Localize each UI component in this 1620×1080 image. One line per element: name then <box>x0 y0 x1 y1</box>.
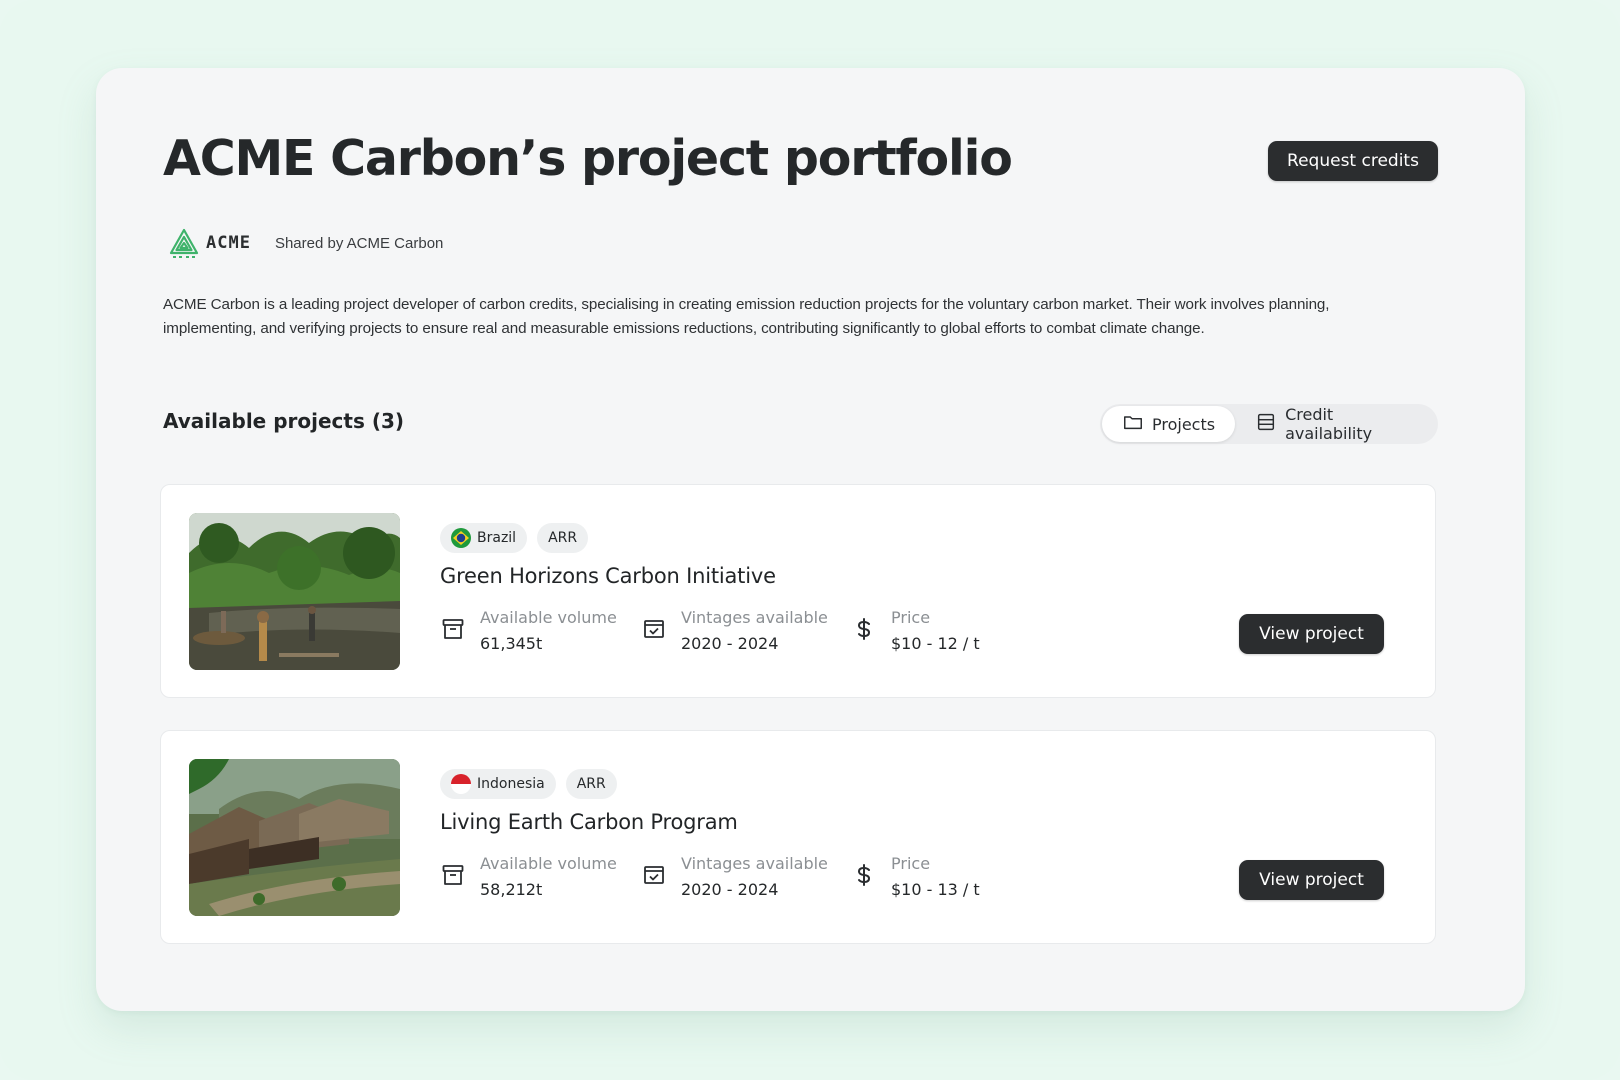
archive-box-icon <box>440 862 466 888</box>
table-icon <box>1255 411 1277 437</box>
tab-credit-availability[interactable]: Credit availability <box>1235 405 1436 443</box>
dollar-icon <box>851 862 877 888</box>
volume-stat: Available volume 58,212t <box>440 853 617 902</box>
project-tags: Indonesia ARR <box>440 769 617 799</box>
project-image <box>189 513 400 670</box>
tab-credit-availability-label: Credit availability <box>1285 405 1373 443</box>
country-tag: Brazil <box>440 523 528 553</box>
vintages-label: Vintages available <box>681 608 828 627</box>
type-tag: ARR <box>565 769 617 799</box>
volume-value: 58,212t <box>480 880 543 899</box>
view-toggle: Projects Credit availability <box>1100 404 1438 444</box>
request-credits-button[interactable]: Request credits <box>1268 141 1438 181</box>
page-title: ACME Carbon’s project portfolio <box>163 130 1013 187</box>
price-value: $10 - 13 / t <box>891 880 980 899</box>
price-label: Price <box>891 608 931 627</box>
company-description: ACME Carbon is a leading project develop… <box>163 296 1330 337</box>
vintages-value: 2020 - 2024 <box>681 634 779 653</box>
country-tag: Indonesia <box>440 769 556 799</box>
price-stat: Price $10 - 13 / t <box>851 853 980 902</box>
brazil-flag-icon <box>451 528 471 548</box>
price-stat: Price $10 - 12 / t <box>851 607 980 656</box>
price-label: Price <box>891 854 931 873</box>
company-row: ACME Shared by ACME Carbon <box>168 226 443 260</box>
project-name: Green Horizons Carbon Initiative <box>440 564 776 588</box>
folder-icon <box>1122 411 1144 437</box>
calendar-check-icon <box>641 862 667 888</box>
vintages-stat: Vintages available 2020 - 2024 <box>641 853 828 902</box>
tab-projects[interactable]: Projects <box>1102 406 1236 442</box>
acme-logo-icon <box>168 227 200 259</box>
page-background: ACME Carbon’s project portfolio Request … <box>0 0 1620 1080</box>
shared-by-label: Shared by ACME Carbon <box>274 234 444 252</box>
available-projects-heading: Available projects (3) <box>163 409 405 433</box>
project-name: Living Earth Carbon Program <box>440 810 738 834</box>
project-card: Brazil ARR Green Horizons Carbon Initiat… <box>160 484 1436 698</box>
vintages-label: Vintages available <box>681 854 828 873</box>
project-tags: Brazil ARR <box>440 523 589 553</box>
dollar-icon <box>851 616 877 642</box>
archive-box-icon <box>440 616 466 642</box>
price-value: $10 - 12 / t <box>891 634 980 653</box>
project-image <box>189 759 400 916</box>
country-label: Indonesia <box>477 776 545 792</box>
company-logo-text: ACME <box>206 233 251 253</box>
volume-label: Available volume <box>480 854 617 873</box>
type-tag: ARR <box>537 523 589 553</box>
view-project-button[interactable]: View project <box>1239 860 1384 900</box>
volume-stat: Available volume 61,345t <box>440 607 617 656</box>
project-card: Indonesia ARR Living Earth Carbon Progra… <box>160 730 1436 944</box>
volume-value: 61,345t <box>480 634 543 653</box>
volume-label: Available volume <box>480 608 617 627</box>
view-project-button[interactable]: View project <box>1239 614 1384 654</box>
vintages-stat: Vintages available 2020 - 2024 <box>641 607 828 656</box>
country-label: Brazil <box>477 530 517 546</box>
tab-projects-label: Projects <box>1152 414 1216 434</box>
vintages-value: 2020 - 2024 <box>681 880 779 899</box>
calendar-check-icon <box>641 616 667 642</box>
indonesia-flag-icon <box>451 774 471 794</box>
portfolio-panel: ACME Carbon’s project portfolio Request … <box>96 68 1525 1011</box>
